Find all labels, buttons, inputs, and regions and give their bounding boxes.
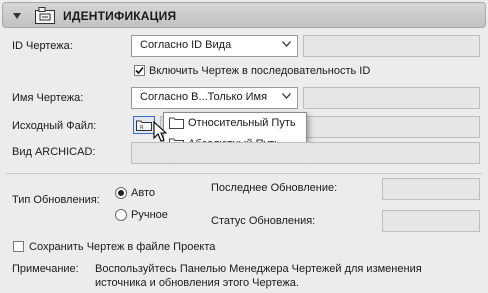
menu-item-relative-label: Относительный Путь: [188, 117, 296, 129]
folder-icon: R: [136, 120, 152, 131]
drawing-id-value: Согласно ID Вида: [140, 39, 232, 51]
include-in-sequence-checkbox[interactable]: [134, 65, 145, 76]
menu-item-relative-path[interactable]: Относительный Путь: [164, 114, 306, 134]
divider: [6, 173, 482, 174]
update-manual-label[interactable]: Ручное: [131, 209, 168, 221]
section-title: ИДЕНТИФИКАЦИЯ: [63, 9, 177, 23]
note-line-2: источника и обновления этого Чертежа.: [95, 277, 299, 289]
save-in-project-checkbox[interactable]: [13, 241, 24, 252]
update-status-label: Статус Обновления:: [211, 215, 316, 227]
update-auto-radio[interactable]: [115, 187, 127, 199]
drawing-name-select[interactable]: Согласно В...Только Имя: [131, 87, 298, 109]
drawing-id-custom-field: [303, 35, 480, 57]
archicad-view-label: Вид ARCHICAD:: [12, 146, 96, 158]
mouse-cursor-icon: [153, 121, 167, 142]
drawing-id-label: ID Чертежа:: [12, 40, 73, 52]
collapse-arrow-icon[interactable]: [13, 13, 21, 19]
drawing-name-label: Имя Чертежа:: [12, 92, 84, 104]
identification-section-header[interactable]: ИДЕНТИФИКАЦИЯ: [2, 2, 486, 28]
update-manual-radio[interactable]: [115, 209, 127, 221]
drawing-id-select[interactable]: Согласно ID Вида: [131, 35, 298, 57]
update-auto-label[interactable]: Авто: [131, 187, 155, 199]
drawing-name-custom-field: [303, 87, 480, 109]
note-label: Примечание:: [12, 263, 79, 275]
last-update-label: Последнее Обновление:: [211, 182, 338, 194]
update-type-label: Тип Обновления:: [12, 194, 100, 206]
source-file-label: Исходный Файл:: [12, 120, 97, 132]
folder-relative-icon: [169, 117, 184, 129]
chevron-down-icon: [282, 41, 291, 47]
note-line-1: Воспользуйтесь Панелью Менеджера Чертеже…: [95, 263, 422, 275]
svg-text:R: R: [140, 125, 144, 131]
update-status-field: [382, 210, 480, 232]
source-file-button[interactable]: R: [133, 116, 155, 134]
archicad-view-field: [131, 142, 480, 164]
include-in-sequence-label[interactable]: Включить Чертеж в последовательность ID: [149, 65, 370, 77]
checkmark-icon: [135, 66, 144, 75]
chevron-down-icon: [282, 93, 291, 99]
drawing-id-icon: [35, 7, 55, 24]
drawing-name-value: Согласно В...Только Имя: [140, 91, 268, 103]
save-in-project-label[interactable]: Сохранить Чертеж в файле Проекта: [29, 241, 215, 253]
last-update-field: [382, 178, 480, 200]
